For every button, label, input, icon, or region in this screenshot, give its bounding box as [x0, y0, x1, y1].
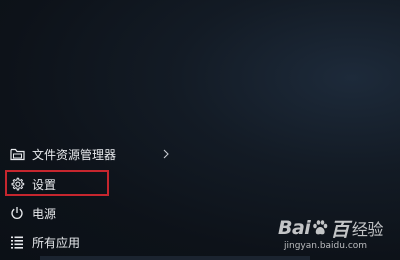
watermark-brand-suffix: 经验 — [351, 220, 384, 239]
watermark-brand-right: 百 — [330, 218, 349, 241]
taskbar-edge — [40, 256, 310, 260]
chevron-right-icon[interactable] — [162, 148, 170, 160]
power-item[interactable]: 电源 — [0, 199, 180, 227]
baidu-jingyan-watermark: Bai 百 经验 jingyan.baidu.com — [278, 216, 394, 256]
all-apps-item[interactable]: 所有应用 — [0, 228, 180, 256]
settings-highlight-annotation — [5, 170, 109, 196]
file-explorer-label: 文件资源管理器 — [32, 147, 117, 162]
paw-icon — [311, 219, 329, 237]
power-label: 电源 — [32, 206, 57, 221]
watermark-logo: Bai 百 经验 — [278, 216, 384, 241]
all-apps-label: 所有应用 — [32, 235, 81, 250]
watermark-url: jingyan.baidu.com — [284, 241, 368, 251]
list-icon — [9, 234, 25, 250]
file-explorer-item[interactable]: 文件资源管理器 — [0, 140, 180, 168]
watermark-brand-left: Bai — [278, 217, 311, 239]
folder-icon — [9, 146, 25, 162]
power-icon — [9, 205, 25, 221]
